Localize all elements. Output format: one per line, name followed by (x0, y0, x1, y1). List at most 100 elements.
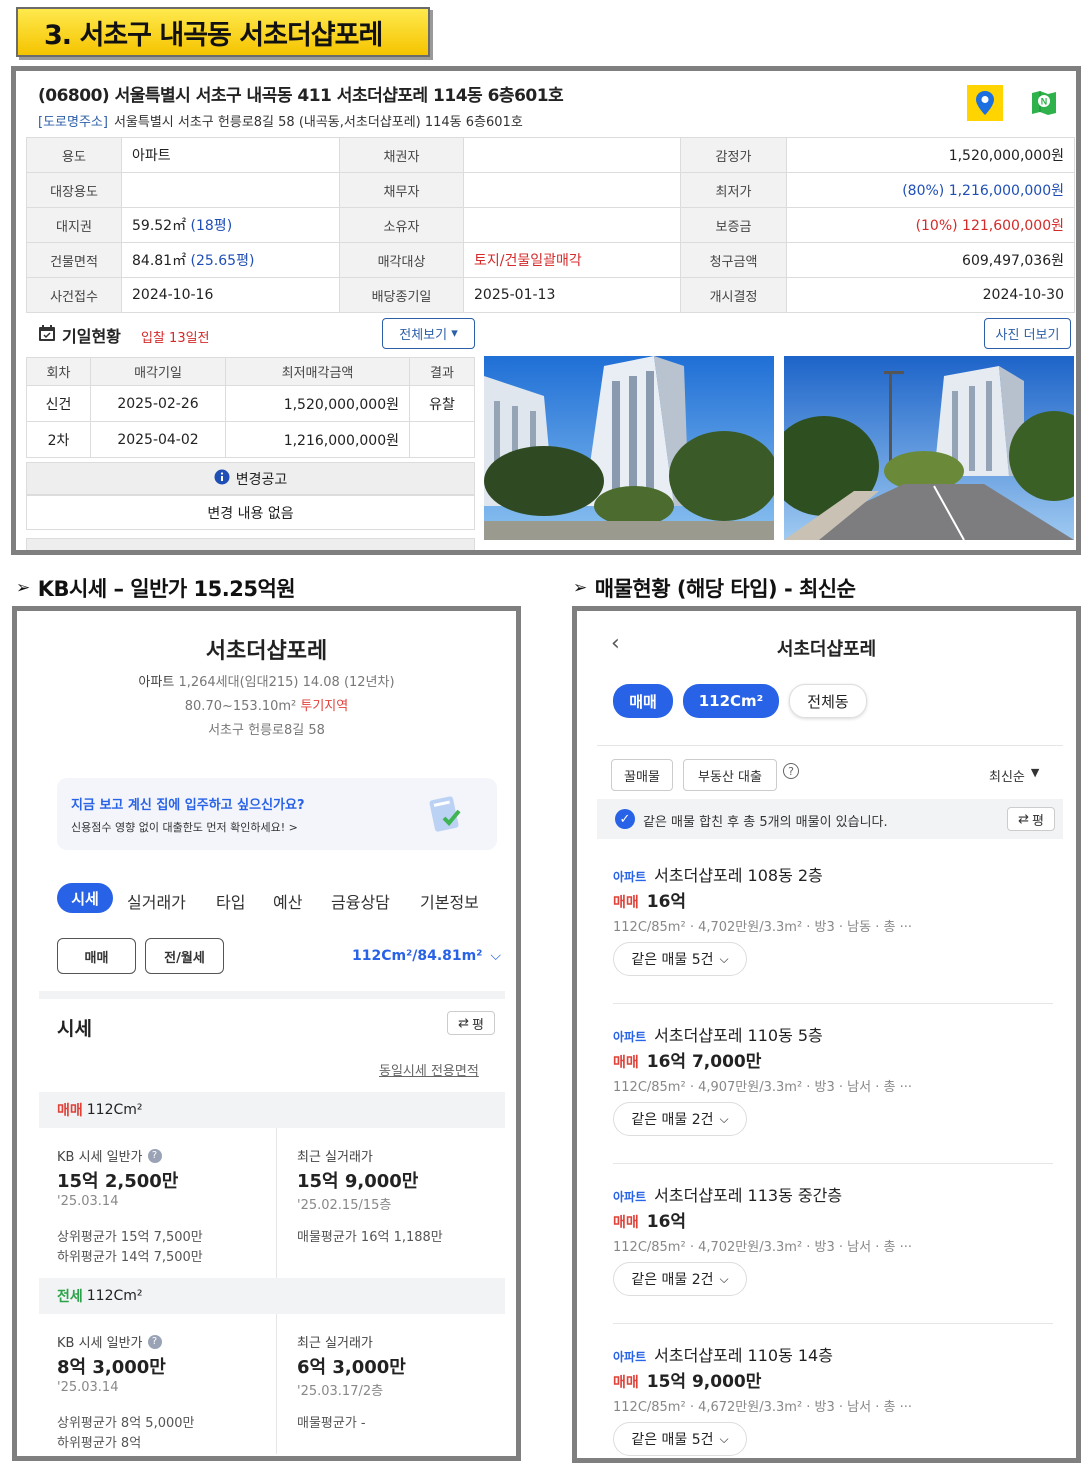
listing-desc: 112C/85m² · 4,702만원/3.3m² · 방3 · 남동 · 총 … (613, 920, 912, 935)
info-value: 1,520,000,000원 (786, 137, 1075, 173)
chevron-down-icon: ⌵ (719, 1431, 729, 1446)
same-listing-button[interactable]: 같은 매물 5건 ⌵ (613, 1422, 747, 1456)
notice-header[interactable]: 변경공고 (26, 462, 475, 495)
info-value: 아파트 (121, 137, 340, 173)
deal-type: 매매 (613, 1215, 639, 1231)
page-title: 3. 서초구 내곡동 서초더샵포레 (16, 7, 430, 57)
road-address: 서울특별시 서초구 헌릉로8길 58 (내곡동,서초더샵포레) 114동 6층6… (113, 115, 523, 130)
info-label: 사건접수 (26, 277, 122, 313)
filter-dong[interactable]: 전체동 (789, 684, 867, 718)
upper-avg: 상위평균가 8억 5,000만 (57, 1416, 195, 1431)
complex-address: 서초구 헌릉로8길 58 (208, 723, 325, 738)
tab-budget[interactable]: 예산 (273, 889, 302, 913)
listing-price-row: 매매 16억 (613, 887, 686, 912)
listing-name: 서초더샵포레 108동 2층 (654, 866, 823, 885)
column-divider (276, 1314, 277, 1454)
kb-sale-price: 15억 2,500만 (57, 1171, 179, 1192)
filter-sale[interactable]: 매매 (613, 684, 673, 718)
building-photo-1[interactable] (484, 356, 774, 540)
info-label: 개시결정 (680, 277, 787, 313)
listing-item[interactable]: 아파트 서초더샵포레 108동 2층 매매 16억 112C/85m² · 4,… (613, 858, 1053, 998)
sale-toggle-button[interactable]: 매매 (57, 938, 136, 974)
swap-icon: ⇄ (458, 1015, 469, 1031)
listing-price-row: 매매 15억 9,000만 (613, 1367, 761, 1392)
recent-trade-label: 최근 실거래가 (297, 1150, 373, 1165)
recent-sale-date: '25.02.15/15층 (297, 1198, 392, 1213)
listing-type: 아파트 (613, 1030, 647, 1044)
chevron-down-icon: ⌵ (719, 951, 729, 966)
listing-item[interactable]: 아파트 서초더샵포레 110동 14층 매매 15억 9,000만 112C/8… (613, 1338, 1053, 1458)
loan-sub: 신용점수 영향 없이 대출한도 먼저 확인하세요! > (71, 821, 298, 834)
info-label: 건물면적 (26, 242, 122, 278)
listing-name: 서초더샵포레 113동 중간층 (654, 1186, 843, 1205)
building-photo-2[interactable] (784, 356, 1074, 540)
listing-price: 16억 (646, 1212, 687, 1232)
info-label: 소유자 (339, 207, 464, 243)
help-icon[interactable]: ? (783, 763, 799, 779)
same-listing-button[interactable]: 같은 매물 2건 ⌵ (613, 1102, 747, 1136)
complex-info-2: 80.70~153.10m² 투기지역 (184, 699, 349, 714)
listing-price: 15억 9,000만 (646, 1372, 762, 1392)
listing-desc: 112C/85m² · 4,907만원/3.3m² · 방3 · 남서 · 총 … (613, 1080, 912, 1095)
arrow-bullet-icon: ➢ (16, 578, 30, 598)
listing-item[interactable]: 아파트 서초더샵포레 110동 5층 매매 16억 7,000만 112C/85… (613, 1018, 1053, 1158)
schedule-date: 2025-02-26 (90, 385, 226, 422)
same-price-area-link[interactable]: 동일시세 전용면적 (379, 1060, 479, 1079)
info-value (463, 172, 681, 208)
kb-heading: KB시세 – 일반가 15.25억원 (37, 577, 296, 601)
listing-item[interactable]: 아파트 서초더샵포레 113동 중간층 매매 16억 112C/85m² · 4… (613, 1178, 1053, 1318)
info-label: 최저가 (680, 172, 787, 208)
chip-loan[interactable]: 부동산 대출 (683, 759, 777, 791)
section-divider (39, 991, 505, 999)
schedule-dday: 입찰 13일전 (141, 331, 210, 346)
road-address-line: [도로명주소] 서울특별시 서초구 헌릉로8길 58 (내곡동,서초더샵포레) 1… (38, 111, 523, 130)
sort-select[interactable]: 최신순 ▼ (989, 766, 1039, 785)
loan-banner[interactable]: 지금 보고 계신 집에 입주하고 싶으신가요? 신용점수 영향 없이 대출한도 … (57, 778, 497, 850)
listing-desc: 112C/85m² · 4,702만원/3.3m² · 방3 · 남서 · 총 … (613, 1240, 912, 1255)
more-photos-button[interactable]: 사진 더보기 (984, 318, 1071, 349)
recent-jeonse-price: 6억 3,000만 (297, 1357, 406, 1378)
caret-down-icon: ▼ (1030, 766, 1040, 779)
view-all-button[interactable]: 전체보기 ▾ (382, 318, 475, 349)
divider (613, 1323, 1053, 1324)
info-label: 감정가 (680, 137, 787, 173)
naver-map-icon[interactable]: N (1026, 85, 1062, 121)
listing-title-row: 아파트 서초더샵포레 110동 14층 (613, 1342, 833, 1366)
lower-avg: 하위평균가 14억 7,500만 (57, 1250, 203, 1265)
map-pin-icon[interactable] (967, 85, 1003, 121)
area-select[interactable]: 112Cm²/84.81m² ⌵ (352, 948, 501, 964)
chip-honey-listing[interactable]: 꿀매물 (611, 759, 673, 791)
info-value: 2024-10-16 (121, 277, 340, 313)
filter-type[interactable]: 112Cm² (683, 684, 779, 718)
divider (613, 1003, 1053, 1004)
tab-price[interactable]: 시세 (57, 883, 113, 913)
road-address-tag[interactable]: [도로명주소] (38, 115, 108, 130)
calendar-icon (38, 324, 56, 346)
kb-sale-date: '25.03.14 (57, 1194, 119, 1209)
unit-toggle-button[interactable]: ⇄ 평 (1007, 807, 1055, 831)
help-icon[interactable]: ? (147, 1334, 162, 1349)
pyeong-value: (25.65평) (190, 253, 255, 269)
info-value: 609,497,036원 (786, 242, 1075, 278)
listings-title: 서초더샵포레 (776, 639, 877, 660)
tab-type[interactable]: 타입 (216, 889, 245, 913)
tab-finance[interactable]: 금융상담 (331, 889, 390, 913)
listing-name: 서초더샵포레 110동 5층 (654, 1026, 823, 1045)
tab-real-trade[interactable]: 실거래가 (127, 889, 186, 913)
same-listing-button[interactable]: 같은 매물 2건 ⌵ (613, 1262, 747, 1296)
unit-toggle-button[interactable]: ⇄ 평 (447, 1011, 495, 1035)
document-check-icon (422, 792, 466, 840)
listing-price-row: 매매 16억 7,000만 (613, 1047, 761, 1072)
info-label: 채무자 (339, 172, 464, 208)
chevron-down-icon: ⌵ (719, 1271, 729, 1286)
listing-name: 서초더샵포레 110동 14층 (654, 1346, 833, 1365)
info-row: 대장용도 채무자 최저가 (80%) 1,216,000,000원 (26, 172, 1075, 208)
listing-title-row: 아파트 서초더샵포레 110동 5층 (613, 1022, 823, 1046)
rent-toggle-button[interactable]: 전/월세 (145, 938, 224, 974)
schedule-price: 1,520,000,000원 (225, 385, 410, 422)
listing-price: 16억 7,000만 (646, 1052, 762, 1072)
same-listing-button[interactable]: 같은 매물 5건 ⌵ (613, 942, 747, 976)
tab-basic-info[interactable]: 기본정보 (420, 889, 479, 913)
schedule-result: 유찰 (409, 385, 475, 422)
help-icon[interactable]: ? (147, 1148, 162, 1163)
